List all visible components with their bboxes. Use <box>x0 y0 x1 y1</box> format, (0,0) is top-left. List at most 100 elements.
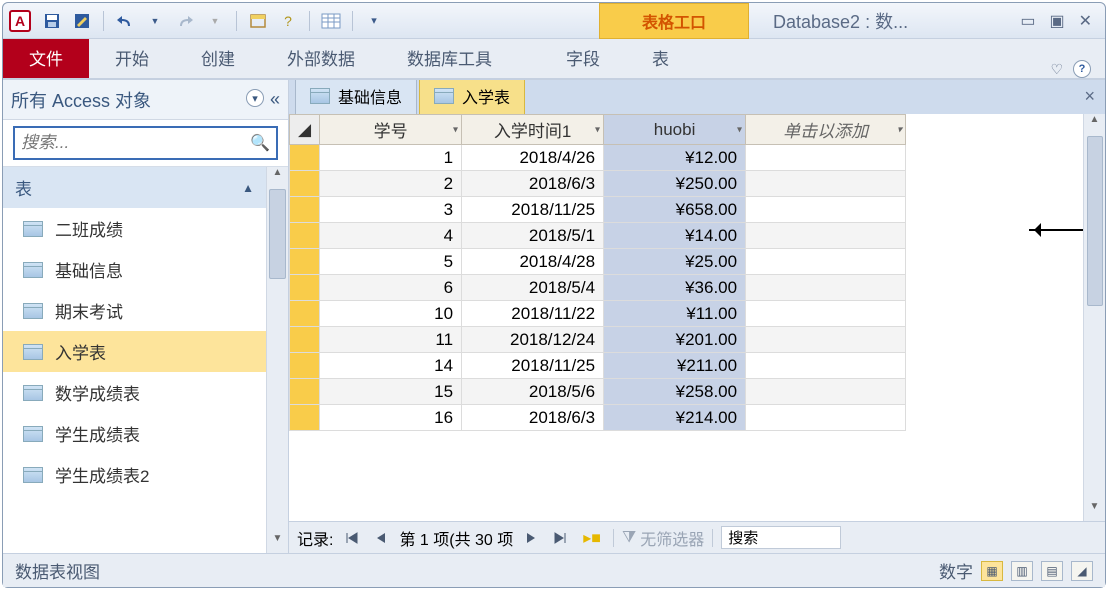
cell-id[interactable]: 1 <box>320 145 462 171</box>
cell-date[interactable]: 2018/4/28 <box>462 249 604 275</box>
cell-id[interactable]: 5 <box>320 249 462 275</box>
nav-item[interactable]: 数学成绩表 <box>3 372 266 413</box>
cell-date[interactable]: 2018/5/6 <box>462 379 604 405</box>
prev-record-icon[interactable] <box>371 531 391 545</box>
window-icon[interactable] <box>247 10 269 32</box>
column-header-money[interactable]: huobi▾ <box>604 115 746 145</box>
datasheet-grid[interactable]: ◢ 学号▾ 入学时间1▾ huobi▾ 单击以添加▾ 12018/4/26¥12… <box>289 114 1083 521</box>
datasheet-icon[interactable] <box>320 10 342 32</box>
cell-date[interactable]: 2018/6/3 <box>462 171 604 197</box>
cell-empty[interactable] <box>746 301 906 327</box>
content-scrollbar[interactable]: ▲ ▼ <box>1083 114 1105 521</box>
help-icon[interactable]: ? <box>1073 60 1091 78</box>
cell-empty[interactable] <box>746 405 906 431</box>
cell-empty[interactable] <box>746 327 906 353</box>
nav-scrollbar[interactable]: ▲ ▼ <box>266 167 288 553</box>
scroll-thumb[interactable] <box>1087 136 1103 306</box>
nav-item[interactable]: 入学表 <box>3 331 266 372</box>
cell-id[interactable]: 6 <box>320 275 462 301</box>
datasheet-view-icon[interactable]: ▦ <box>981 561 1003 581</box>
minimize-icon[interactable]: ▭ <box>1017 11 1038 31</box>
cell-date[interactable]: 2018/6/3 <box>462 405 604 431</box>
qat-more-icon[interactable]: ▾ <box>363 10 385 32</box>
row-selector[interactable] <box>290 275 320 301</box>
column-dropdown-icon[interactable]: ▾ <box>595 124 600 135</box>
select-all-corner[interactable]: ◢ <box>290 115 320 145</box>
column-header-date[interactable]: 入学时间1▾ <box>462 115 604 145</box>
nav-item[interactable]: 期末考试 <box>3 290 266 331</box>
redo-dropdown-icon[interactable]: ▼ <box>204 10 226 32</box>
tab-home[interactable]: 开始 <box>89 37 175 78</box>
edit-icon[interactable] <box>71 10 93 32</box>
scroll-up-icon[interactable]: ▲ <box>1084 114 1105 134</box>
scroll-thumb[interactable] <box>269 189 286 279</box>
tab-fields[interactable]: 字段 <box>540 37 626 78</box>
cell-empty[interactable] <box>746 145 906 171</box>
cell-id[interactable]: 15 <box>320 379 462 405</box>
table-row[interactable]: 12018/4/26¥12.00 <box>290 145 906 171</box>
tab-close-icon[interactable]: × <box>1084 86 1095 107</box>
nav-search-input[interactable] <box>21 133 250 153</box>
pivot-view-icon[interactable]: ▥ <box>1011 561 1033 581</box>
undo-dropdown-icon[interactable]: ▼ <box>144 10 166 32</box>
column-dropdown-icon[interactable]: ▾ <box>453 124 458 135</box>
search-icon[interactable]: 🔍 <box>250 133 270 153</box>
scroll-down-icon[interactable]: ▼ <box>267 533 288 553</box>
cell-date[interactable]: 2018/4/26 <box>462 145 604 171</box>
row-selector[interactable] <box>290 197 320 223</box>
row-selector[interactable] <box>290 301 320 327</box>
cell-id[interactable]: 2 <box>320 171 462 197</box>
cell-money[interactable]: ¥11.00 <box>604 301 746 327</box>
cell-money[interactable]: ¥214.00 <box>604 405 746 431</box>
save-icon[interactable] <box>41 10 63 32</box>
table-row[interactable]: 112018/12/24¥201.00 <box>290 327 906 353</box>
cell-money[interactable]: ¥12.00 <box>604 145 746 171</box>
cell-money[interactable]: ¥250.00 <box>604 171 746 197</box>
cell-money[interactable]: ¥201.00 <box>604 327 746 353</box>
cell-id[interactable]: 11 <box>320 327 462 353</box>
tab-table[interactable]: 表 <box>626 37 695 78</box>
table-row[interactable]: 32018/11/25¥658.00 <box>290 197 906 223</box>
tab-create[interactable]: 创建 <box>175 37 261 78</box>
column-header-id[interactable]: 学号▾ <box>320 115 462 145</box>
doc-tab-basic-info[interactable]: 基础信息 <box>295 79 417 114</box>
add-column[interactable]: 单击以添加▾ <box>746 115 906 145</box>
scroll-down-icon[interactable]: ▼ <box>1084 501 1105 521</box>
cell-money[interactable]: ¥25.00 <box>604 249 746 275</box>
cell-money[interactable]: ¥658.00 <box>604 197 746 223</box>
table-row[interactable]: 52018/4/28¥25.00 <box>290 249 906 275</box>
cell-empty[interactable] <box>746 353 906 379</box>
cell-empty[interactable] <box>746 249 906 275</box>
nav-group-tables[interactable]: 表▲ <box>3 167 266 208</box>
cell-empty[interactable] <box>746 379 906 405</box>
scroll-up-icon[interactable]: ▲ <box>267 167 288 187</box>
row-selector[interactable] <box>290 171 320 197</box>
cell-empty[interactable] <box>746 171 906 197</box>
row-selector[interactable] <box>290 405 320 431</box>
cell-id[interactable]: 14 <box>320 353 462 379</box>
redo-icon[interactable] <box>174 10 196 32</box>
nav-item[interactable]: 基础信息 <box>3 249 266 290</box>
table-row[interactable]: 102018/11/22¥11.00 <box>290 301 906 327</box>
tab-file[interactable]: 文件 <box>3 37 89 78</box>
cell-id[interactable]: 4 <box>320 223 462 249</box>
row-selector[interactable] <box>290 249 320 275</box>
last-record-icon[interactable] <box>549 531 571 545</box>
first-record-icon[interactable] <box>341 531 363 545</box>
cell-id[interactable]: 10 <box>320 301 462 327</box>
cell-money[interactable]: ¥211.00 <box>604 353 746 379</box>
nav-filter-dropdown-icon[interactable]: ▾ <box>246 89 264 107</box>
maximize-icon[interactable]: ▣ <box>1046 11 1067 31</box>
table-row[interactable]: 22018/6/3¥250.00 <box>290 171 906 197</box>
cell-empty[interactable] <box>746 197 906 223</box>
table-row[interactable]: 152018/5/6¥258.00 <box>290 379 906 405</box>
new-record-icon[interactable]: ▸■ <box>579 528 605 548</box>
tab-external[interactable]: 外部数据 <box>261 37 381 78</box>
cell-money[interactable]: ¥14.00 <box>604 223 746 249</box>
close-icon[interactable]: ✕ <box>1076 11 1095 31</box>
cell-date[interactable]: 2018/11/25 <box>462 197 604 223</box>
row-selector[interactable] <box>290 327 320 353</box>
design-view-icon[interactable]: ◢ <box>1071 561 1093 581</box>
row-selector[interactable] <box>290 145 320 171</box>
cell-empty[interactable] <box>746 275 906 301</box>
